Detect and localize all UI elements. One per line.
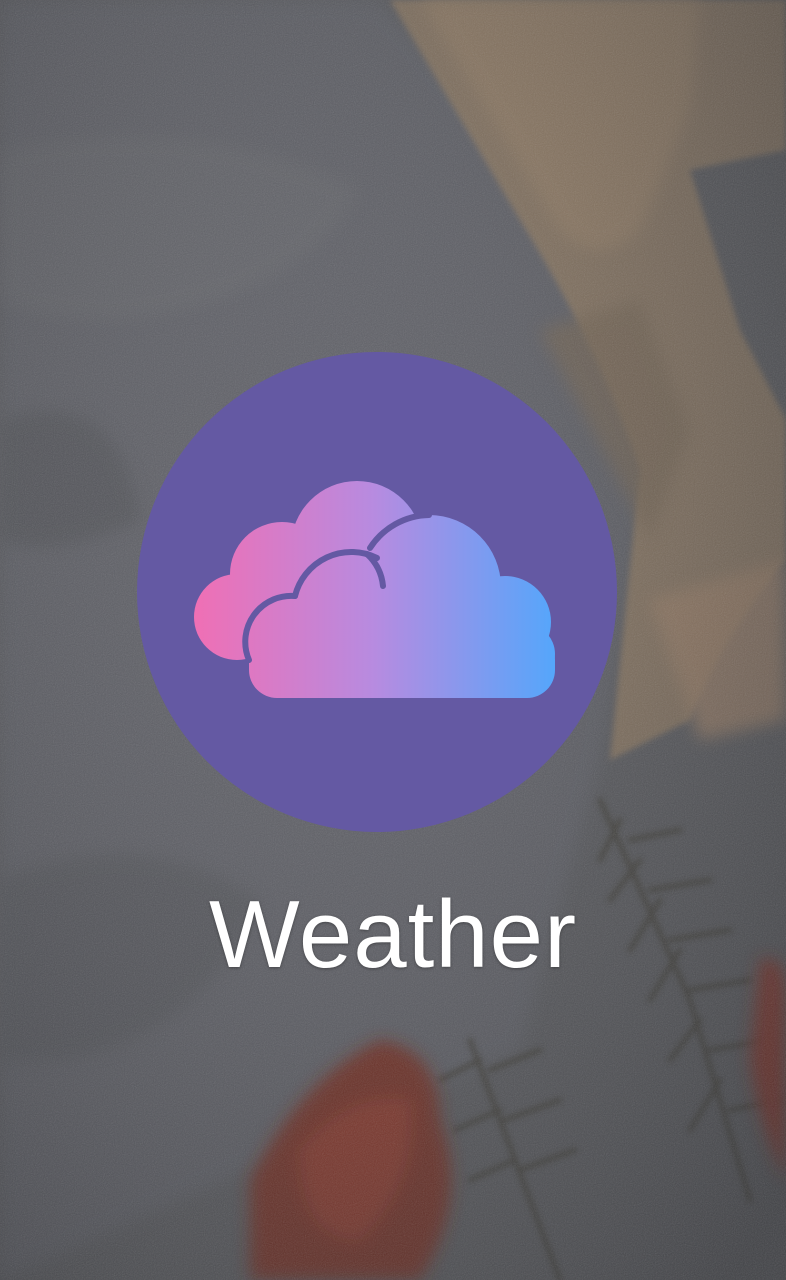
cloud-icon bbox=[194, 481, 555, 698]
weather-app-icon-button[interactable] bbox=[137, 352, 617, 832]
app-label[interactable]: Weather bbox=[0, 880, 786, 990]
